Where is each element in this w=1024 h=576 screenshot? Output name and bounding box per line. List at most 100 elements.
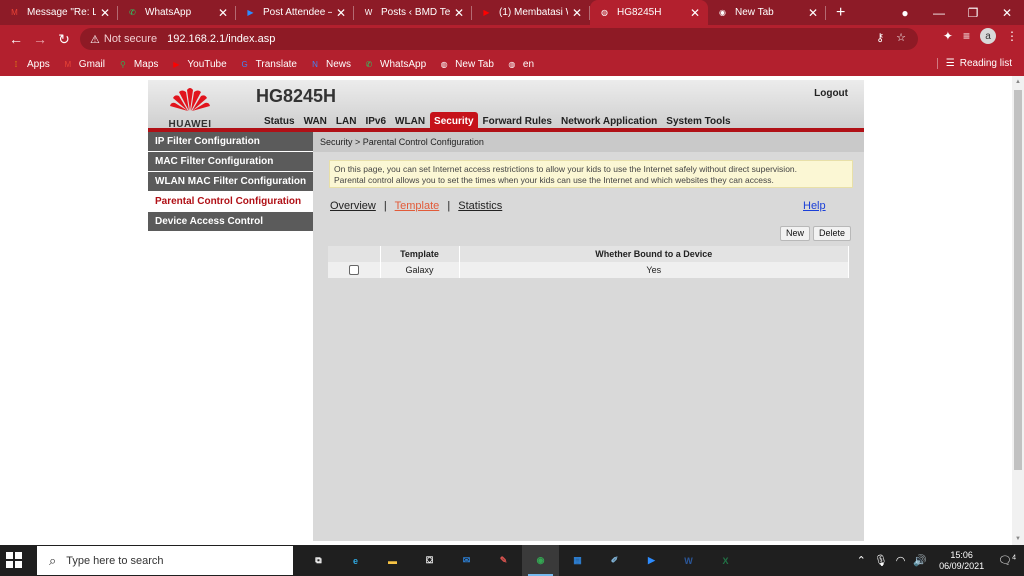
tab-title: Posts ‹ BMD Tech xyxy=(381,7,450,18)
media-queue-icon[interactable]: ≡ xyxy=(963,29,970,43)
browser-tab[interactable]: ▶ (1) Membatasi W ✕ xyxy=(472,0,590,25)
bookmark-en[interactable]: ◍ en xyxy=(506,59,534,71)
top-menu: Status WAN LAN IPv6 WLAN Security Forward Rule… xyxy=(260,112,736,130)
key-icon[interactable]: ⚷ xyxy=(876,31,884,44)
reading-list-icon: ☰ xyxy=(945,58,955,69)
bookmark-label: Maps xyxy=(133,59,159,70)
taskbar-app-excel[interactable]: X xyxy=(707,545,744,576)
taskbar-app-store[interactable]: ⛋ xyxy=(411,545,448,576)
bookmark-apps[interactable]: ⁞ Apps xyxy=(10,59,50,71)
forward-button[interactable]: → xyxy=(28,31,52,47)
taskbar-app-file-explorer[interactable]: ▬ xyxy=(374,545,411,576)
taskbar-app-edge[interactable]: e xyxy=(337,545,374,576)
taskbar-app-calendar[interactable]: ▦ xyxy=(559,545,596,576)
address-bar[interactable]: ⚠ Not secure 192.168.2.1/index.asp ⚷ ☆ xyxy=(80,28,918,50)
minimize-button[interactable]: — xyxy=(922,6,956,20)
browser-tab[interactable]: M Message "Re: List ✕ xyxy=(0,0,118,25)
menu-item-lan[interactable]: LAN xyxy=(332,112,361,130)
url-text[interactable]: 192.168.2.1/index.asp xyxy=(167,33,275,45)
bookmark-gmail[interactable]: M Gmail xyxy=(62,59,105,71)
menu-item-status[interactable]: Status xyxy=(260,112,299,130)
tab-title: Post Attendee – 2 xyxy=(263,7,332,18)
browser-tab[interactable]: ✆ WhatsApp ✕ xyxy=(118,0,236,25)
browser-tab[interactable]: W Posts ‹ BMD Tech ✕ xyxy=(354,0,472,25)
bookmark-star-icon[interactable]: ☆ xyxy=(896,31,906,44)
taskbar-app-paint[interactable]: ✎ xyxy=(485,545,522,576)
menu-item-security[interactable]: Security xyxy=(430,112,478,130)
sidebar-item-device-access-control[interactable]: Device Access Control xyxy=(148,212,313,231)
menu-item-forward-rules[interactable]: Forward Rules xyxy=(479,112,556,130)
bookmark-new-tab[interactable]: ◍ New Tab xyxy=(438,59,494,71)
page-scrollbar[interactable]: ▲ ▼ xyxy=(1012,76,1024,545)
bookmark-maps[interactable]: ⚲ Maps xyxy=(117,59,158,71)
taskbar-app-chrome[interactable]: ◉ xyxy=(522,545,559,576)
microphone-icon[interactable]: 🎙 xyxy=(874,554,888,567)
delete-button[interactable]: Delete xyxy=(813,226,852,241)
new-tab-button[interactable]: + xyxy=(836,0,845,25)
wifi-icon[interactable]: ◠ xyxy=(896,554,906,567)
start-button[interactable] xyxy=(6,552,22,568)
menu-item-wlan[interactable]: WLAN xyxy=(391,112,429,130)
close-icon[interactable]: ✕ xyxy=(690,6,700,20)
taskbar-app-word[interactable]: W xyxy=(670,545,707,576)
bookmark-label: Translate xyxy=(255,59,297,70)
close-icon[interactable]: ✕ xyxy=(572,6,582,20)
sidebar-item-parental-control-configuration[interactable]: Parental Control Configuration xyxy=(148,192,313,211)
tab-title: WhatsApp xyxy=(145,7,192,18)
scroll-down-icon[interactable]: ▼ xyxy=(1015,536,1021,542)
reload-button[interactable]: ↻ xyxy=(52,31,76,48)
logout-link[interactable]: Logout xyxy=(814,88,848,99)
menu-item-system-tools[interactable]: System Tools xyxy=(662,112,734,130)
tab-template[interactable]: Template xyxy=(395,200,440,212)
sidebar-item-ip-filter-configuration[interactable]: IP Filter Configuration xyxy=(148,132,313,151)
help-link[interactable]: Help xyxy=(803,200,826,212)
tab-search-icon[interactable]: ● xyxy=(888,6,922,20)
profile-avatar[interactable]: a xyxy=(980,28,996,44)
row-checkbox[interactable] xyxy=(348,265,359,276)
clock-time: 15:06 xyxy=(950,549,973,560)
volume-icon[interactable]: 🔊 xyxy=(913,554,927,567)
bookmark-translate[interactable]: G Translate xyxy=(239,59,297,71)
close-window-button[interactable]: ✕ xyxy=(990,6,1024,20)
bookmark-label: en xyxy=(522,59,535,70)
close-icon[interactable]: ✕ xyxy=(808,6,818,20)
col-header-select xyxy=(328,246,381,262)
taskbar-search-box[interactable]: ⌕ Type here to search xyxy=(37,546,293,575)
reading-list-button[interactable]: ☰ Reading list xyxy=(936,58,1012,69)
menu-item-network-application[interactable]: Network Application xyxy=(557,112,661,130)
col-header-bound: Whether Bound to a Device xyxy=(459,246,849,262)
close-icon[interactable]: ✕ xyxy=(454,6,464,20)
extensions-icon[interactable]: ✦ xyxy=(943,29,953,43)
notification-center-icon[interactable]: 🗨4 xyxy=(998,554,1016,567)
close-icon[interactable]: ✕ xyxy=(218,6,228,20)
close-icon[interactable]: ✕ xyxy=(100,6,110,20)
close-icon[interactable]: ✕ xyxy=(336,6,346,20)
scroll-thumb[interactable] xyxy=(1014,90,1022,470)
taskbar-app-zoom[interactable]: ▶ xyxy=(633,545,670,576)
sidebar-item-mac-filter-configuration[interactable]: MAC Filter Configuration xyxy=(148,152,313,171)
scroll-up-icon[interactable]: ▲ xyxy=(1015,79,1021,85)
bookmark-youtube[interactable]: ▶ YouTube xyxy=(170,59,226,71)
clock[interactable]: 15:06 06/09/2021 xyxy=(939,550,984,572)
bookmark-whatsapp[interactable]: ✆ WhatsApp xyxy=(363,59,427,71)
taskbar-app-notes[interactable]: ✐ xyxy=(596,545,633,576)
sidebar-item-wlan-mac-filter-configuration[interactable]: WLAN MAC Filter Configuration xyxy=(148,172,313,191)
back-button[interactable]: ← xyxy=(4,31,28,47)
tab-statistics[interactable]: Statistics xyxy=(458,200,502,212)
menu-kebab-icon[interactable]: ⋮ xyxy=(1006,29,1018,43)
menu-item-wan[interactable]: WAN xyxy=(300,112,331,130)
bookmark-news[interactable]: N News xyxy=(309,59,351,71)
tab-overview[interactable]: Overview xyxy=(330,200,376,212)
browser-tab[interactable]: ▶ Post Attendee – 2 ✕ xyxy=(236,0,354,25)
bookmark-label: News xyxy=(326,59,352,70)
maximize-button[interactable]: ❐ xyxy=(956,6,990,20)
browser-tab[interactable]: ◉ New Tab ✕ xyxy=(708,0,826,25)
taskbar-app-mail[interactable]: ✉ xyxy=(448,545,485,576)
bookmark-label: Gmail xyxy=(78,59,105,70)
browser-tab[interactable]: ◍ HG8245H ✕ xyxy=(590,0,708,25)
maps-icon: ⚲ xyxy=(119,60,126,69)
new-button[interactable]: New xyxy=(780,226,811,241)
taskbar-app-task-view[interactable]: ⧉ xyxy=(300,545,337,576)
chevron-up-icon[interactable]: ⌃ xyxy=(857,554,866,567)
menu-item-ipv6[interactable]: IPv6 xyxy=(361,112,390,130)
